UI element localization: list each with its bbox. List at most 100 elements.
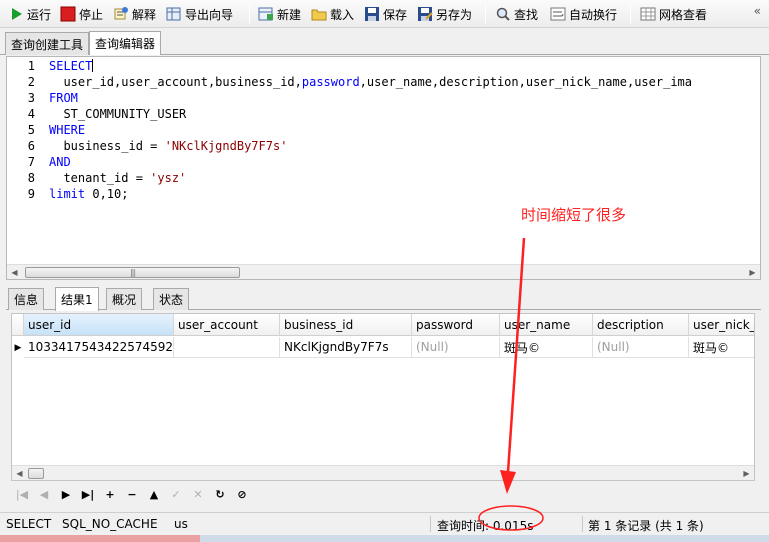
toolbar-separator bbox=[630, 4, 631, 24]
code-area[interactable]: SELECT user_id,user_account,business_id,… bbox=[49, 57, 760, 265]
tab-query-builder[interactable]: 查询创建工具 bbox=[5, 32, 90, 55]
status-record-count: 第 1 条记录 (共 1 条) bbox=[588, 519, 704, 533]
delete-record-icon[interactable]: − bbox=[121, 484, 143, 504]
add-record-icon[interactable]: + bbox=[99, 484, 121, 504]
explain-icon bbox=[113, 6, 129, 22]
sql-editor[interactable]: 1 2 3 4 5 6 7 8 9 SELECT user_id,user_ac… bbox=[6, 56, 761, 280]
column-header[interactable]: user_name bbox=[500, 314, 593, 336]
table-cell[interactable]: 斑马© bbox=[689, 337, 754, 358]
line-number: 4 bbox=[27, 107, 35, 121]
stop-icon[interactable]: ⊘ bbox=[231, 484, 253, 504]
load-button[interactable]: 载入 bbox=[311, 3, 354, 25]
scroll-left-icon[interactable]: ◀ bbox=[7, 265, 22, 279]
scroll-right-icon[interactable]: ▶ bbox=[739, 466, 754, 480]
tab-result1[interactable]: 结果1 bbox=[55, 287, 99, 311]
code-line: business_id = 'NKclKjgndBy7F7s' bbox=[49, 139, 288, 153]
column-header[interactable]: description bbox=[593, 314, 689, 336]
table-cell[interactable] bbox=[174, 337, 280, 358]
stop-button[interactable]: 停止 bbox=[60, 3, 103, 25]
status-separator bbox=[430, 516, 431, 532]
status-cache: SQL_NO_CACHE bbox=[62, 517, 158, 531]
result-grid[interactable]: user_id user_account business_id passwor… bbox=[11, 313, 755, 481]
annotation-text: 时间缩短了很多 bbox=[521, 206, 627, 224]
line-number-gutter: 1 2 3 4 5 6 7 8 9 bbox=[7, 57, 47, 265]
cancel-icon[interactable]: ✕ bbox=[187, 484, 209, 504]
grid-horizontal-scrollbar[interactable]: ◀ ▶ bbox=[12, 465, 754, 480]
row-header-corner bbox=[12, 314, 24, 336]
save-as-button[interactable]: 另存为 bbox=[417, 3, 472, 25]
toolbar-separator bbox=[485, 4, 486, 24]
status-separator bbox=[582, 516, 583, 532]
export-wizard-button[interactable]: 导出向导 bbox=[166, 3, 233, 25]
column-header[interactable]: user_nick_n bbox=[689, 314, 754, 336]
new-query-icon bbox=[258, 6, 274, 22]
grid-view-button[interactable]: 网格查看 bbox=[640, 3, 707, 25]
scroll-thumb[interactable] bbox=[28, 468, 44, 479]
current-row-indicator-icon: ▶ bbox=[14, 342, 22, 353]
code-line: ST_COMMUNITY_USER bbox=[49, 107, 187, 121]
scroll-right-icon[interactable]: ▶ bbox=[745, 265, 760, 279]
text-caret bbox=[92, 59, 94, 72]
line-number: 9 bbox=[27, 187, 35, 201]
status-query-time: 查询时间: 0.015s bbox=[437, 519, 534, 533]
run-button[interactable]: 运行 bbox=[8, 3, 51, 25]
table-cell[interactable]: 1033417543422574592 bbox=[24, 337, 174, 358]
status-user: us bbox=[174, 517, 188, 531]
line-number: 8 bbox=[27, 171, 35, 185]
table-cell[interactable]: (Null) bbox=[412, 337, 500, 358]
status-query-type: SELECT bbox=[6, 517, 52, 531]
toolbar-overflow-icon[interactable]: « bbox=[754, 4, 761, 18]
column-header[interactable]: user_account bbox=[174, 314, 280, 336]
line-number: 1 bbox=[27, 59, 35, 73]
line-number: 7 bbox=[27, 155, 35, 169]
taskbar-strip bbox=[0, 535, 769, 542]
column-header[interactable]: password bbox=[412, 314, 500, 336]
column-header[interactable]: user_id bbox=[24, 314, 174, 336]
code-line: user_id,user_account,business_id,passwor… bbox=[49, 75, 693, 89]
prev-record-icon[interactable]: ◀ bbox=[33, 484, 55, 504]
code-line: tenant_id = 'ysz' bbox=[49, 171, 187, 185]
status-bar: SELECT SQL_NO_CACHE us 查询时间: 0.015s 第 1 … bbox=[0, 512, 769, 534]
toolbar: 运行 停止 解释 导出向导 新建 载入 保存 另存为 查找 自动换行 网格查看 … bbox=[0, 0, 769, 28]
word-wrap-icon bbox=[550, 6, 566, 22]
tab-overview[interactable]: 概况 bbox=[106, 288, 143, 310]
scroll-thumb[interactable]: ||| bbox=[25, 267, 240, 278]
code-line: WHERE bbox=[49, 123, 86, 137]
record-navigation-bar: |◀ ◀ ▶ ▶| + − ▲ ✓ ✕ ↻ ⊘ bbox=[11, 483, 755, 505]
code-line: AND bbox=[49, 155, 71, 169]
find-button[interactable]: 查找 bbox=[495, 3, 538, 25]
grid-icon bbox=[640, 6, 656, 22]
table-cell[interactable]: 斑马© bbox=[500, 337, 593, 358]
table-cell[interactable]: NKclKjgndBy7F7s bbox=[280, 337, 412, 358]
tab-query-editor[interactable]: 查询编辑器 bbox=[89, 31, 162, 55]
table-cell[interactable]: (Null) bbox=[593, 337, 689, 358]
apply-icon[interactable]: ✓ bbox=[165, 484, 187, 504]
last-record-icon[interactable]: ▶| bbox=[77, 484, 99, 504]
line-number: 5 bbox=[27, 123, 35, 137]
save-icon bbox=[364, 6, 380, 22]
save-button[interactable]: 保存 bbox=[364, 3, 407, 25]
navicat-query-window: 运行 停止 解释 导出向导 新建 载入 保存 另存为 查找 自动换行 网格查看 … bbox=[0, 0, 769, 542]
export-icon bbox=[166, 6, 182, 22]
code-line: limit 0,10; bbox=[49, 187, 129, 201]
toolbar-separator bbox=[249, 4, 250, 24]
tab-status[interactable]: 状态 bbox=[153, 288, 190, 310]
line-number: 6 bbox=[27, 139, 35, 153]
next-record-icon[interactable]: ▶ bbox=[55, 484, 77, 504]
tab-info[interactable]: 信息 bbox=[8, 288, 45, 310]
play-icon bbox=[8, 6, 24, 22]
move-up-icon[interactable]: ▲ bbox=[143, 484, 165, 504]
word-wrap-button[interactable]: 自动换行 bbox=[550, 3, 617, 25]
line-number: 3 bbox=[27, 91, 35, 105]
first-record-icon[interactable]: |◀ bbox=[11, 484, 33, 504]
new-button[interactable]: 新建 bbox=[258, 3, 301, 25]
column-header[interactable]: business_id bbox=[280, 314, 412, 336]
code-line: SELECT bbox=[49, 59, 94, 73]
explain-button[interactable]: 解释 bbox=[113, 3, 156, 25]
scroll-left-icon[interactable]: ◀ bbox=[12, 466, 27, 480]
result-tabs: 信息 结果1 概况 状态 bbox=[6, 286, 761, 311]
refresh-icon[interactable]: ↻ bbox=[209, 484, 231, 504]
code-line: FROM bbox=[49, 91, 78, 105]
stop-icon bbox=[60, 6, 76, 22]
editor-horizontal-scrollbar[interactable]: ◀ ||| ▶ bbox=[7, 264, 760, 279]
